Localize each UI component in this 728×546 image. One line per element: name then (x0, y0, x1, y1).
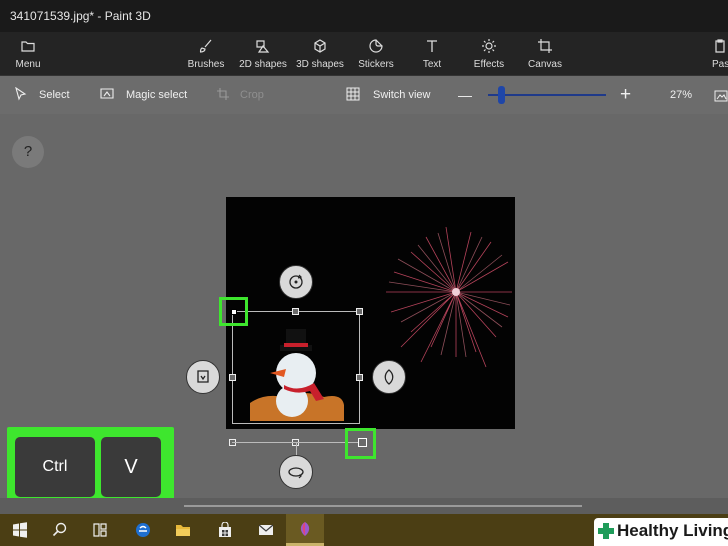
rotate-z-icon (289, 274, 303, 289)
highlight-top-left-handle (219, 297, 248, 326)
brushes-label: Brushes (187, 59, 225, 70)
crop-button[interactable]: Crop (216, 88, 264, 101)
windows-start-icon[interactable] (12, 522, 28, 538)
v-key: V (101, 437, 161, 497)
resize-handle-top-right[interactable] (356, 308, 363, 315)
magic-select-icon (100, 88, 114, 99)
resize-handle-top[interactable] (292, 308, 299, 315)
rotate-x-icon (384, 369, 394, 385)
stickers-tab[interactable]: Stickers (346, 38, 406, 70)
rotate-connector (296, 442, 297, 456)
highlight-bottom-right-handle (345, 428, 376, 459)
menu-label: Menu (15, 59, 41, 70)
file-explorer-icon[interactable] (175, 522, 191, 538)
scrollbar-thumb[interactable] (184, 505, 582, 507)
resize-handle-left[interactable] (229, 374, 236, 381)
zoom-level: 27% (670, 89, 693, 101)
title-bar: 341071539.jpg* - Paint 3D (0, 0, 728, 32)
paste-button[interactable]: Past (690, 38, 728, 70)
brush-icon (199, 39, 212, 53)
crop-frame-icon (538, 39, 552, 53)
rotate-x-button[interactable] (372, 360, 406, 394)
rotate-y-button[interactable] (186, 360, 220, 394)
cursor-arrow-icon (15, 87, 27, 101)
zoom-in-button[interactable]: + (620, 84, 631, 106)
selection-box[interactable] (232, 311, 360, 424)
magic-select-button[interactable]: Magic select (100, 88, 188, 101)
crop-icon (217, 88, 229, 100)
text-tab[interactable]: Text (402, 38, 462, 70)
mail-icon[interactable] (258, 522, 274, 538)
stickers-label: Stickers (358, 59, 394, 70)
ctrl-key: Ctrl (15, 437, 95, 497)
paste-icon (715, 39, 725, 53)
rotate-y-icon (197, 370, 209, 383)
health-cross-logo (598, 523, 614, 539)
help-button[interactable]: ? (12, 136, 44, 168)
2d-shapes-icon (256, 40, 270, 53)
rotate-bottom-button[interactable] (279, 455, 313, 489)
resize-handle-right[interactable] (356, 374, 363, 381)
sun-icon (482, 39, 496, 53)
zoom-slider-track[interactable] (488, 94, 606, 96)
keyboard-shortcut-hint: Ctrl V (7, 427, 174, 508)
edge-icon[interactable] (135, 522, 151, 538)
sticker-icon (369, 39, 383, 53)
magic-select-label: Magic select (126, 89, 188, 101)
zoom-out-button[interactable]: — (458, 87, 472, 103)
folder-icon (21, 41, 35, 52)
grid-icon (346, 87, 360, 101)
rotate-bottom-icon (288, 467, 304, 479)
zoom-slider-thumb[interactable] (498, 86, 505, 104)
effects-label: Effects (473, 59, 505, 70)
window-title: 341071539.jpg* - Paint 3D (10, 9, 151, 23)
active-handle[interactable] (231, 309, 237, 315)
select-button[interactable]: Select (14, 87, 70, 101)
select-label: Select (39, 89, 70, 101)
search-icon[interactable] (52, 522, 68, 538)
healthy-living-watermark: Healthy Living (594, 518, 728, 546)
resize-handle-bottom-right[interactable] (358, 438, 367, 447)
2d-shapes-label: 2D shapes (239, 59, 287, 70)
image-view-icon[interactable] (714, 89, 728, 103)
menu-button[interactable]: Menu (0, 38, 58, 70)
watermark-text: Healthy Living (617, 521, 728, 540)
2d-shapes-tab[interactable]: 2D shapes (233, 38, 293, 70)
task-view-icon[interactable] (92, 522, 108, 538)
3d-shapes-tab[interactable]: 3D shapes (290, 38, 350, 70)
brushes-tab[interactable]: Brushes (176, 38, 236, 70)
paint-3d-icon[interactable] (297, 521, 313, 537)
canvas-label: Canvas (528, 59, 562, 70)
ribbon: Menu Brushes 2D shapes 3D shapes Sticker… (0, 32, 728, 76)
text-icon (427, 40, 437, 52)
crop-label: Crop (240, 89, 264, 101)
cube-icon (314, 39, 326, 53)
canvas-tab[interactable]: Canvas (515, 38, 575, 70)
3d-shapes-label: 3D shapes (296, 59, 344, 70)
paste-label: Past (712, 59, 728, 70)
switch-view-label: Switch view (373, 89, 431, 101)
rotate-z-button[interactable] (279, 265, 313, 299)
text-label: Text (422, 59, 442, 70)
switch-view-button[interactable]: Switch view (346, 87, 431, 101)
store-icon[interactable] (217, 521, 233, 538)
effects-tab[interactable]: Effects (459, 38, 519, 70)
